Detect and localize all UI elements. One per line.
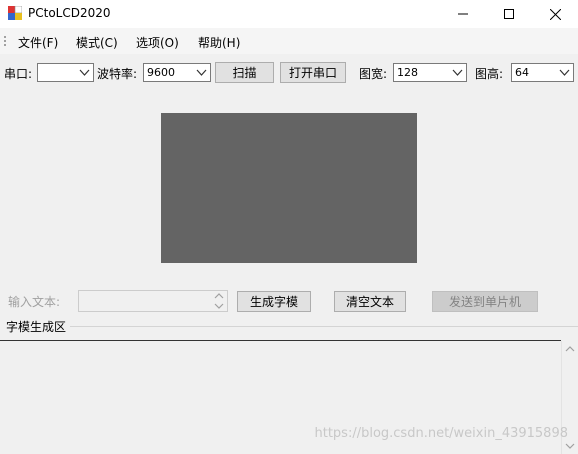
spinner-arrows-icon[interactable] xyxy=(213,292,225,310)
width-label: 图宽: xyxy=(359,67,388,81)
watermark: https://blog.csdn.net/weixin_43915898 xyxy=(314,426,568,441)
minimize-button[interactable] xyxy=(440,0,486,28)
menu-grip xyxy=(4,36,6,48)
height-value: 64 xyxy=(515,66,529,79)
chevron-down-icon xyxy=(559,69,570,76)
close-button[interactable] xyxy=(532,0,578,28)
baud-label: 波特率: xyxy=(97,67,138,81)
minimize-icon xyxy=(458,13,468,15)
send-to-mcu-button[interactable]: 发送到单片机 xyxy=(432,291,538,312)
output-section-label: 字模生成区 xyxy=(6,320,67,334)
maximize-button[interactable] xyxy=(486,0,532,28)
window-title: PCtoLCD2020 xyxy=(28,6,111,20)
menu-options[interactable]: 选项(O) xyxy=(134,34,181,51)
clear-text-button[interactable]: 清空文本 xyxy=(334,291,406,312)
input-text-label: 输入文本: xyxy=(8,295,61,309)
scroll-up-icon[interactable] xyxy=(565,345,575,353)
height-select[interactable]: 64 xyxy=(511,63,574,82)
input-text-field[interactable] xyxy=(78,290,228,312)
menu-mode[interactable]: 模式(C) xyxy=(74,34,120,51)
port-label: 串口: xyxy=(4,67,33,81)
close-icon xyxy=(549,8,561,20)
app-icon xyxy=(8,6,22,20)
scroll-down-icon[interactable] xyxy=(565,442,575,450)
port-select[interactable] xyxy=(37,63,94,82)
lcd-preview xyxy=(161,113,417,263)
generate-font-button[interactable]: 生成字模 xyxy=(237,291,311,312)
baud-select[interactable]: 9600 xyxy=(143,63,211,82)
height-label: 图高: xyxy=(475,67,504,81)
menu-file[interactable]: 文件(F) xyxy=(16,34,60,51)
chevron-down-icon xyxy=(196,69,207,76)
maximize-icon xyxy=(504,9,514,19)
width-value: 128 xyxy=(397,66,418,79)
menu-help[interactable]: 帮助(H) xyxy=(196,34,242,51)
baud-value: 9600 xyxy=(147,66,175,79)
group-divider xyxy=(70,326,578,327)
scan-button[interactable]: 扫描 xyxy=(215,62,274,83)
chevron-down-icon xyxy=(79,69,90,76)
width-select[interactable]: 128 xyxy=(393,63,467,82)
open-port-button[interactable]: 打开串口 xyxy=(280,62,346,83)
chevron-down-icon xyxy=(452,69,463,76)
